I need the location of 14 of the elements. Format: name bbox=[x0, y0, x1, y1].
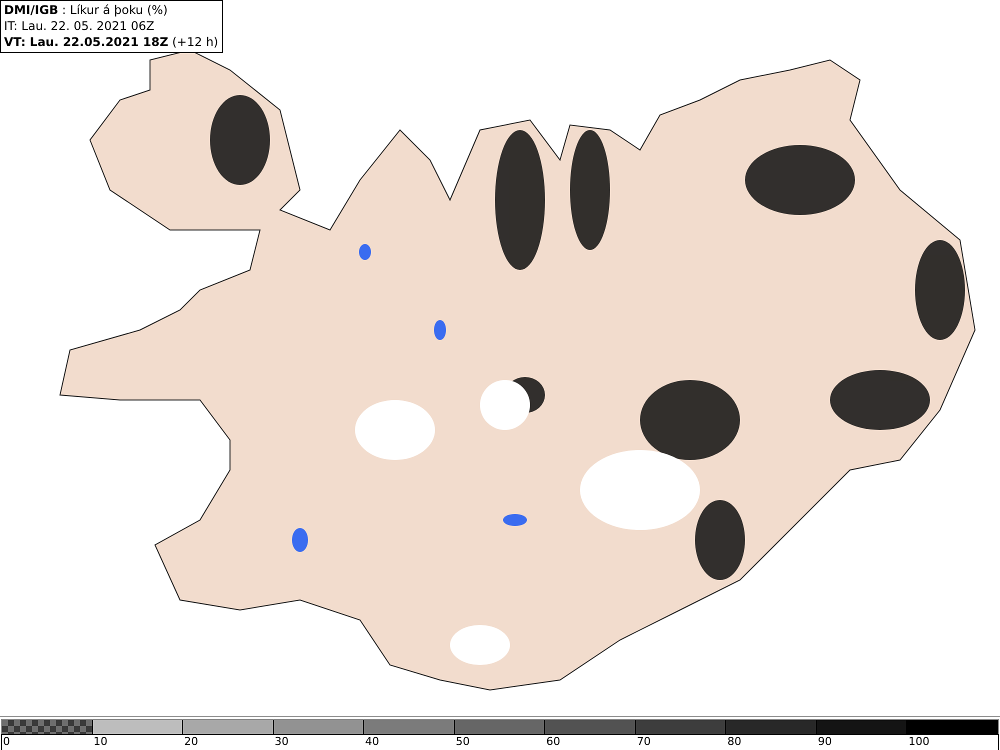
legend-label: 60 bbox=[545, 735, 562, 750]
map-title: DMI/IGB : Líkur á þoku (%) bbox=[4, 2, 169, 18]
legend-label: 10 bbox=[92, 735, 109, 750]
legend-label: 30 bbox=[274, 735, 290, 750]
legend-label: 90 bbox=[816, 735, 833, 750]
legend-label: 20 bbox=[183, 735, 200, 750]
legend-label: 40 bbox=[364, 735, 380, 750]
legend-label: 0 bbox=[2, 735, 11, 750]
legend-label: 100 bbox=[907, 735, 930, 750]
legend-label: 70 bbox=[636, 735, 652, 750]
valid-time: VT: Lau. 22.05.2021 18Z (+12 h) bbox=[4, 34, 218, 50]
issue-time: IT: Lau. 22. 05. 2021 06Z bbox=[4, 18, 156, 34]
legend-label: 50 bbox=[454, 735, 471, 750]
legend-label: 80 bbox=[726, 735, 742, 750]
